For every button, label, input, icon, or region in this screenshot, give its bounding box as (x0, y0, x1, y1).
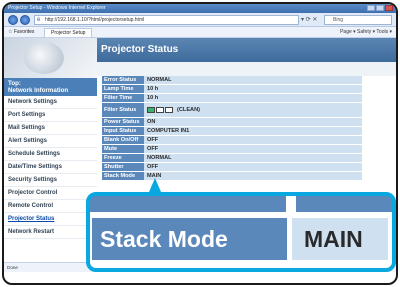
zoom-callout: Stack Mode MAIN (86, 192, 396, 272)
table-row: Blank On/Off OFF (102, 136, 362, 144)
status-key: Stack Mode (102, 172, 144, 180)
screenshot-frame: Projector Setup - Windows Internet Explo… (2, 2, 398, 285)
sidebar-item-network-restart[interactable]: Network Restart (4, 226, 97, 239)
sidebar-item-port-settings[interactable]: Port Settings (4, 109, 97, 122)
status-key: Shutter (102, 163, 144, 171)
status-value: NORMAL (144, 154, 362, 162)
refresh-stop-icons[interactable]: ▾ ⟳ ✕ (301, 15, 317, 25)
status-key: Lamp Time (102, 85, 144, 93)
status-text: Done (7, 265, 18, 270)
minimize-button[interactable] (367, 5, 375, 11)
sidebar-item-schedule-settings[interactable]: Schedule Settings (4, 148, 97, 161)
sidebar-item-projector-status[interactable]: Projector Status (4, 213, 97, 226)
address-text: http://192.168.1.10/?html/projectorsetup… (45, 17, 145, 23)
table-row: Filter Time 10 h (102, 94, 362, 102)
table-row: Power Status ON (102, 118, 362, 126)
page-title: Projector Status (97, 38, 396, 62)
command-bar[interactable]: Page ▾ Safety ▾ Tools ▾ (340, 27, 392, 38)
address-toolbar: e http://192.168.1.10/?html/projectorset… (4, 13, 396, 27)
status-key: Blank On/Off (102, 136, 144, 144)
sidebar-item-alert-settings[interactable]: Alert Settings (4, 135, 97, 148)
maximize-button[interactable] (376, 5, 384, 11)
status-key: Freeze (102, 154, 144, 162)
address-field[interactable]: e http://192.168.1.10/?html/projectorset… (34, 15, 299, 25)
status-value: 10 h (144, 94, 362, 102)
tab-projector-setup[interactable]: Projector Setup (44, 28, 93, 37)
ie-page-icon: e (37, 17, 41, 23)
status-key: Error Status (102, 76, 144, 84)
search-input[interactable]: Bing (324, 15, 392, 25)
status-value: MAIN (144, 172, 362, 180)
sidebar-nav: Network Settings Port Settings Mail Settin… (4, 96, 97, 239)
window-titlebar: Projector Setup - Windows Internet Explo… (4, 4, 396, 13)
status-value: OFF (144, 145, 362, 153)
search-placeholder: Bing (333, 17, 344, 23)
sidebar: Top: Network Information Network Setting… (4, 38, 97, 262)
close-button[interactable] (385, 5, 393, 11)
sidebar-item-projector-control[interactable]: Projector Control (4, 187, 97, 200)
back-button[interactable] (8, 15, 18, 25)
status-value: COMPUTER IN1 (144, 127, 362, 135)
status-value: ON (144, 118, 362, 126)
status-value: OFF (144, 136, 362, 144)
status-key: Filter Time (102, 94, 144, 102)
status-value: 10 h (144, 85, 362, 93)
status-value: OFF (144, 163, 362, 171)
window-title: Projector Setup - Windows Internet Explo… (8, 5, 106, 11)
sidebar-item-remote-control[interactable]: Remote Control (4, 200, 97, 213)
status-value: (CLEAN) (144, 103, 362, 117)
sidebar-logo-area (4, 38, 97, 78)
table-row: Input Status COMPUTER IN1 (102, 127, 362, 135)
table-row: Mute OFF (102, 145, 362, 153)
status-key: Input Status (102, 127, 144, 135)
callout-key: Stack Mode (92, 218, 287, 260)
header-strip (97, 62, 396, 76)
status-key: Filter Status (102, 103, 144, 117)
callout-pointer (149, 178, 161, 192)
status-table: Error Status NORMAL Lamp Time 10 h Filter Ti… (102, 75, 362, 181)
window-buttons (367, 5, 393, 11)
table-row: Lamp Time 10 h (102, 85, 362, 93)
sidebar-item-mail-settings[interactable]: Mail Settings (4, 122, 97, 135)
forward-button[interactable] (20, 15, 30, 25)
table-row: Error Status NORMAL (102, 76, 362, 84)
status-key: Power Status (102, 118, 144, 126)
table-row: Stack Mode MAIN (102, 172, 362, 180)
favorites-button[interactable]: ☆ Favorites (8, 27, 34, 38)
status-key: Mute (102, 145, 144, 153)
sidebar-item-network-information[interactable]: Top: Network Information (4, 78, 97, 96)
sidebar-item-network-settings[interactable]: Network Settings (4, 96, 97, 109)
table-row: Freeze NORMAL (102, 154, 362, 162)
table-row: Shutter OFF (102, 163, 362, 171)
filter-indicator-icon (147, 106, 174, 113)
callout-value: MAIN (292, 218, 388, 260)
status-value: NORMAL (144, 76, 362, 84)
table-row: Filter Status (CLEAN) (102, 103, 362, 117)
sidebar-item-security-settings[interactable]: Security Settings (4, 174, 97, 187)
favorites-bar: ☆ Favorites Projector Setup Page ▾ Safet… (4, 27, 396, 38)
sidebar-item-date-time-settings[interactable]: Date/Time Settings (4, 161, 97, 174)
